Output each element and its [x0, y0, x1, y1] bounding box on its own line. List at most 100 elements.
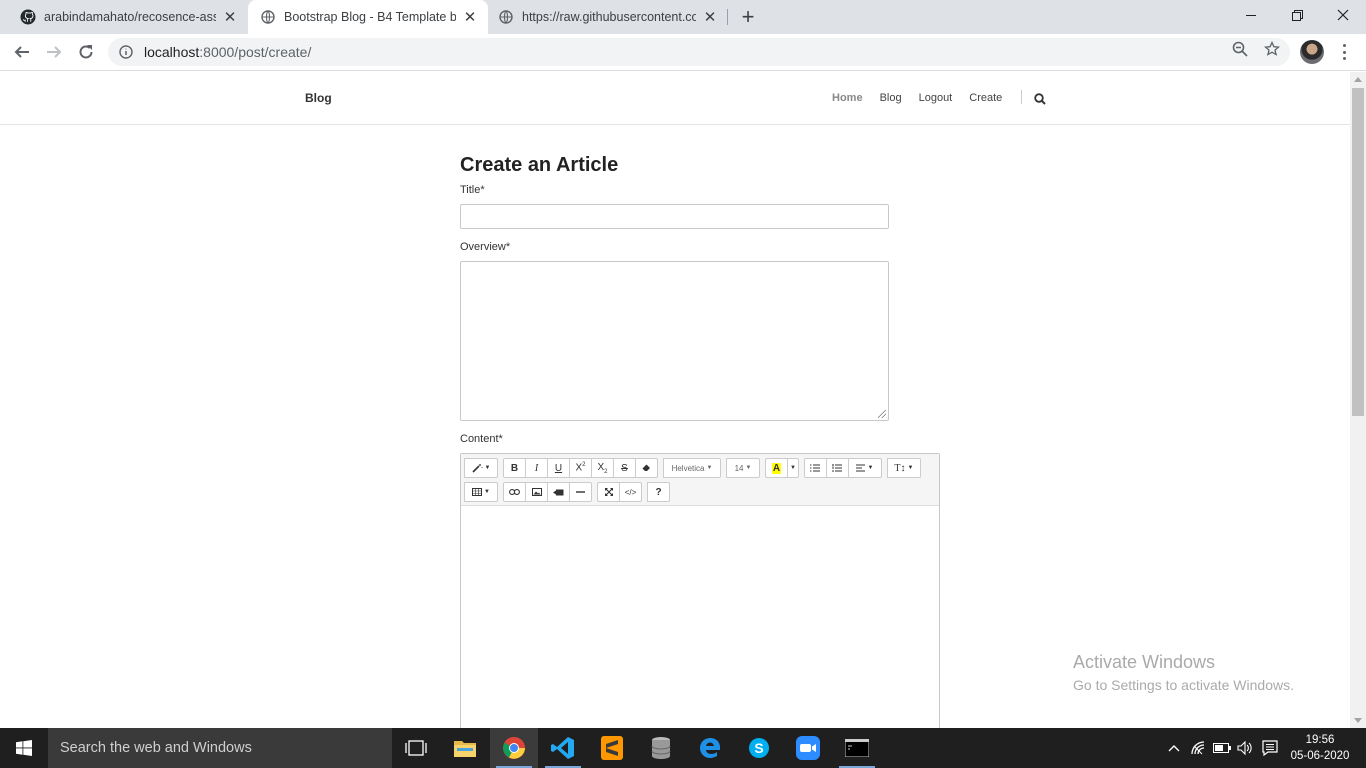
restore-button[interactable]: [1274, 0, 1320, 30]
superscript-icon: X2: [575, 462, 586, 474]
color-dropdown-button[interactable]: ▼: [787, 458, 799, 478]
action-center-icon[interactable]: [1258, 728, 1282, 768]
taskbar-search-box[interactable]: Search the web and Windows: [48, 728, 392, 768]
site-brand[interactable]: Blog: [305, 91, 332, 105]
taskbar-file-explorer[interactable]: [441, 728, 489, 768]
editor-content-area[interactable]: [461, 506, 939, 728]
taskbar-command-prompt[interactable]: [833, 728, 881, 768]
svg-text:S: S: [754, 740, 763, 756]
code-view-button[interactable]: </>: [619, 482, 642, 502]
help-button[interactable]: ?: [647, 482, 670, 502]
site-nav-links: Home Blog Logout Create: [832, 92, 1019, 104]
font-size-dropdown[interactable]: 14 ▼: [726, 458, 760, 478]
close-tab-icon[interactable]: ✕: [222, 9, 238, 26]
line-height-group: T↕ ▼: [886, 458, 921, 478]
insert-video-button[interactable]: [547, 482, 570, 502]
terminal-icon: [845, 739, 869, 757]
scroll-up-arrow-icon[interactable]: [1354, 77, 1362, 82]
fullscreen-button[interactable]: [597, 482, 620, 502]
underline-button[interactable]: U: [547, 458, 570, 478]
battery-icon[interactable]: [1211, 728, 1233, 768]
nav-home[interactable]: Home: [832, 92, 863, 104]
resize-handle[interactable]: [878, 410, 886, 418]
volume-icon[interactable]: [1234, 728, 1256, 768]
view-group: </>: [597, 482, 642, 502]
nav-logout[interactable]: Logout: [919, 92, 953, 104]
browser-tab-strip: arabindamahato/recosence-assig ✕ Bootstr…: [0, 0, 1366, 34]
taskbar-clock[interactable]: 19:56 05-06-2020: [1286, 732, 1354, 764]
table-group: ▼: [464, 482, 498, 502]
taskbar-vscode[interactable]: [539, 728, 587, 768]
bold-button[interactable]: B: [503, 458, 526, 478]
font-family-dropdown[interactable]: Helvetica ▼: [663, 458, 721, 478]
page-scrollbar[interactable]: [1350, 72, 1366, 728]
taskbar-database-app[interactable]: [637, 728, 685, 768]
superscript-button[interactable]: X2: [569, 458, 592, 478]
show-hidden-icons-button[interactable]: [1164, 728, 1184, 768]
tab-bootstrap-blog[interactable]: Bootstrap Blog - B4 Template by ✕: [248, 0, 488, 34]
eraser-icon: [642, 464, 650, 471]
start-button[interactable]: [0, 728, 48, 768]
taskbar-sublime-text[interactable]: [588, 728, 636, 768]
unordered-list-button[interactable]: [803, 458, 827, 478]
scroll-down-arrow-icon[interactable]: [1354, 718, 1362, 723]
close-tab-icon[interactable]: ✕: [702, 9, 718, 26]
italic-button[interactable]: I: [525, 458, 548, 478]
task-view-button[interactable]: [392, 728, 440, 768]
align-left-icon: [856, 464, 866, 472]
magic-wand-icon: [471, 464, 482, 473]
font-family-value: Helvetica: [671, 463, 705, 473]
strikethrough-icon: S: [621, 462, 628, 474]
scroll-thumb[interactable]: [1352, 88, 1364, 416]
reload-button[interactable]: [73, 39, 99, 65]
skype-icon: S: [749, 738, 769, 758]
site-navbar: Blog Home Blog Logout Create: [0, 72, 1350, 125]
horizontal-rule-button[interactable]: [569, 482, 592, 502]
insert-link-button[interactable]: [503, 482, 526, 502]
profile-avatar[interactable]: [1300, 40, 1324, 64]
bookmark-star-icon[interactable]: [1263, 40, 1281, 58]
close-window-button[interactable]: [1320, 0, 1366, 30]
overview-textarea[interactable]: [460, 261, 889, 421]
text-color-button[interactable]: A: [765, 458, 788, 478]
close-tab-icon[interactable]: ✕: [462, 9, 478, 26]
taskbar-zoom[interactable]: [784, 728, 832, 768]
magic-style-button[interactable]: ▼: [464, 458, 498, 478]
site-info-icon[interactable]: [118, 44, 134, 60]
strikethrough-button[interactable]: S: [613, 458, 636, 478]
subscript-icon: X2: [597, 461, 608, 475]
network-icon[interactable]: [1188, 728, 1210, 768]
tab-github[interactable]: arabindamahato/recosence-assig ✕: [0, 0, 248, 34]
tab-title: https://raw.githubusercontent.co: [522, 10, 696, 24]
title-input[interactable]: [460, 204, 889, 229]
taskbar-skype[interactable]: S: [735, 728, 783, 768]
url-text: localhost:8000/post/create/: [144, 44, 311, 60]
zoom-out-icon[interactable]: [1231, 40, 1249, 58]
taskbar-chrome[interactable]: [490, 728, 538, 768]
numbered-list-icon: [832, 464, 843, 472]
tab-raw-github[interactable]: https://raw.githubusercontent.co ✕: [488, 0, 728, 34]
browser-menu-icon[interactable]: [1336, 42, 1352, 62]
subscript-button[interactable]: X2: [591, 458, 614, 478]
line-height-dropdown[interactable]: T↕ ▼: [886, 458, 921, 478]
taskbar-edge[interactable]: [686, 728, 734, 768]
back-button[interactable]: [9, 39, 35, 65]
minimize-button[interactable]: [1228, 0, 1274, 30]
new-tab-button[interactable]: +: [736, 4, 760, 29]
insert-picture-button[interactable]: [525, 482, 548, 502]
ordered-list-button[interactable]: [825, 458, 849, 478]
tab-separator: [727, 9, 728, 25]
forward-button[interactable]: [41, 39, 67, 65]
clear-format-button[interactable]: [635, 458, 658, 478]
nav-create[interactable]: Create: [969, 92, 1002, 104]
address-bar[interactable]: localhost:8000/post/create/: [108, 38, 1290, 66]
insert-table-dropdown[interactable]: ▼: [464, 482, 498, 502]
folder-icon: [454, 741, 476, 757]
browser-toolbar: localhost:8000/post/create/: [0, 34, 1366, 71]
search-icon[interactable]: [1034, 92, 1046, 105]
paragraph-align-dropdown[interactable]: ▼: [847, 458, 882, 478]
code-icon: </>: [624, 487, 637, 497]
activate-windows-watermark: Activate Windows Go to Settings to activ…: [1073, 652, 1294, 693]
italic-icon: I: [534, 462, 539, 474]
nav-blog[interactable]: Blog: [880, 92, 902, 104]
